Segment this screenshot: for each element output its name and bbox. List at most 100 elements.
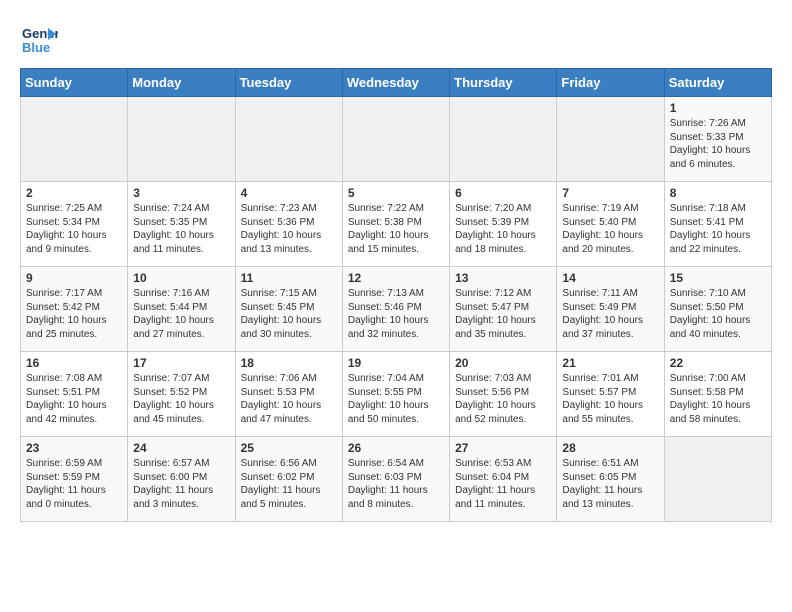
day-number: 4 xyxy=(241,186,337,200)
day-number: 13 xyxy=(455,271,551,285)
calendar-cell: 1 Sunrise: 7:26 AM Sunset: 5:33 PM Daylig… xyxy=(664,97,771,182)
day-number: 1 xyxy=(670,101,766,115)
logo-icon: General Blue xyxy=(20,20,58,58)
calendar-cell: 12 Sunrise: 7:13 AM Sunset: 5:46 PM Dayli… xyxy=(342,267,449,352)
calendar-cell: 7 Sunrise: 7:19 AM Sunset: 5:40 PM Daylig… xyxy=(557,182,664,267)
day-number: 11 xyxy=(241,271,337,285)
calendar-cell: 28 Sunrise: 6:51 AM Sunset: 6:05 PM Dayli… xyxy=(557,437,664,522)
day-number: 19 xyxy=(348,356,444,370)
day-info: Sunrise: 7:03 AM Sunset: 5:56 PM Dayligh… xyxy=(455,372,551,426)
calendar-cell: 27 Sunrise: 6:53 AM Sunset: 6:04 PM Dayli… xyxy=(450,437,557,522)
day-info: Sunrise: 7:07 AM Sunset: 5:52 PM Dayligh… xyxy=(133,372,229,426)
week-row-4: 16 Sunrise: 7:08 AM Sunset: 5:51 PM Dayli… xyxy=(21,352,772,437)
calendar-cell: 20 Sunrise: 7:03 AM Sunset: 5:56 PM Dayli… xyxy=(450,352,557,437)
calendar-cell: 10Sunrise: 7:16 AM Sunset: 5:44 PM Dayli… xyxy=(128,267,235,352)
day-info: Sunrise: 7:18 AM Sunset: 5:41 PM Dayligh… xyxy=(670,202,766,256)
day-info: Sunrise: 7:17 AM Sunset: 5:42 PM Dayligh… xyxy=(26,287,122,341)
day-number: 25 xyxy=(241,441,337,455)
calendar-cell: 11 Sunrise: 7:15 AM Sunset: 5:45 PM Dayli… xyxy=(235,267,342,352)
calendar-cell: 8 Sunrise: 7:18 AM Sunset: 5:41 PM Daylig… xyxy=(664,182,771,267)
calendar-cell: 17 Sunrise: 7:07 AM Sunset: 5:52 PM Dayli… xyxy=(128,352,235,437)
day-number: 22 xyxy=(670,356,766,370)
day-number: 7 xyxy=(562,186,658,200)
day-number: 26 xyxy=(348,441,444,455)
day-number: 14 xyxy=(562,271,658,285)
day-number: 3 xyxy=(133,186,229,200)
calendar-cell: 19 Sunrise: 7:04 AM Sunset: 5:55 PM Dayli… xyxy=(342,352,449,437)
day-number: 9 xyxy=(26,271,122,285)
calendar-cell: 13 Sunrise: 7:12 AM Sunset: 5:47 PM Dayli… xyxy=(450,267,557,352)
calendar-header-row: SundayMondayTuesdayWednesdayThursdayFrid… xyxy=(21,69,772,97)
day-number: 28 xyxy=(562,441,658,455)
svg-text:Blue: Blue xyxy=(22,40,50,55)
day-number: 8 xyxy=(670,186,766,200)
calendar-cell: 24Sunrise: 6:57 AM Sunset: 6:00 PM Dayli… xyxy=(128,437,235,522)
day-number: 5 xyxy=(348,186,444,200)
day-info: Sunrise: 7:00 AM Sunset: 5:58 PM Dayligh… xyxy=(670,372,766,426)
day-info: Sunrise: 6:56 AM Sunset: 6:02 PM Dayligh… xyxy=(241,457,337,511)
day-number: 20 xyxy=(455,356,551,370)
day-info: Sunrise: 6:51 AM Sunset: 6:05 PM Dayligh… xyxy=(562,457,658,511)
day-number: 18 xyxy=(241,356,337,370)
day-info: Sunrise: 7:20 AM Sunset: 5:39 PM Dayligh… xyxy=(455,202,551,256)
day-info: Sunrise: 7:23 AM Sunset: 5:36 PM Dayligh… xyxy=(241,202,337,256)
calendar-cell: 25 Sunrise: 6:56 AM Sunset: 6:02 PM Dayli… xyxy=(235,437,342,522)
day-number: 12 xyxy=(348,271,444,285)
logo: General Blue xyxy=(20,20,58,58)
calendar-cell: 14 Sunrise: 7:11 AM Sunset: 5:49 PM Dayli… xyxy=(557,267,664,352)
calendar-cell: 18 Sunrise: 7:06 AM Sunset: 5:53 PM Dayli… xyxy=(235,352,342,437)
day-header-friday: Friday xyxy=(557,69,664,97)
day-number: 21 xyxy=(562,356,658,370)
day-number: 17 xyxy=(133,356,229,370)
day-header-saturday: Saturday xyxy=(664,69,771,97)
day-info: Sunrise: 7:10 AM Sunset: 5:50 PM Dayligh… xyxy=(670,287,766,341)
calendar-cell: 4 Sunrise: 7:23 AM Sunset: 5:36 PM Daylig… xyxy=(235,182,342,267)
calendar-cell: 16 Sunrise: 7:08 AM Sunset: 5:51 PM Dayli… xyxy=(21,352,128,437)
day-info: Sunrise: 6:53 AM Sunset: 6:04 PM Dayligh… xyxy=(455,457,551,511)
day-number: 27 xyxy=(455,441,551,455)
day-info: Sunrise: 7:11 AM Sunset: 5:49 PM Dayligh… xyxy=(562,287,658,341)
calendar-cell: 22 Sunrise: 7:00 AM Sunset: 5:58 PM Dayli… xyxy=(664,352,771,437)
day-info: Sunrise: 7:25 AM Sunset: 5:34 PM Dayligh… xyxy=(26,202,122,256)
day-info: Sunrise: 7:15 AM Sunset: 5:45 PM Dayligh… xyxy=(241,287,337,341)
week-row-5: 23 Sunrise: 6:59 AM Sunset: 5:59 PM Dayli… xyxy=(21,437,772,522)
calendar-cell: 5 Sunrise: 7:22 AM Sunset: 5:38 PM Daylig… xyxy=(342,182,449,267)
header: General Blue xyxy=(20,20,772,58)
calendar-cell: 3Sunrise: 7:24 AM Sunset: 5:35 PM Daylig… xyxy=(128,182,235,267)
day-info: Sunrise: 7:12 AM Sunset: 5:47 PM Dayligh… xyxy=(455,287,551,341)
calendar-cell: 26 Sunrise: 6:54 AM Sunset: 6:03 PM Dayli… xyxy=(342,437,449,522)
calendar-body: 1 Sunrise: 7:26 AM Sunset: 5:33 PM Daylig… xyxy=(21,97,772,522)
calendar-cell: 6 Sunrise: 7:20 AM Sunset: 5:39 PM Daylig… xyxy=(450,182,557,267)
day-info: Sunrise: 7:22 AM Sunset: 5:38 PM Dayligh… xyxy=(348,202,444,256)
calendar-cell: 21 Sunrise: 7:01 AM Sunset: 5:57 PM Dayli… xyxy=(557,352,664,437)
day-number: 6 xyxy=(455,186,551,200)
calendar-table: SundayMondayTuesdayWednesdayThursdayFrid… xyxy=(20,68,772,522)
calendar-cell: 2Sunrise: 7:25 AM Sunset: 5:34 PM Daylig… xyxy=(21,182,128,267)
calendar-cell xyxy=(235,97,342,182)
calendar-cell xyxy=(557,97,664,182)
day-info: Sunrise: 7:06 AM Sunset: 5:53 PM Dayligh… xyxy=(241,372,337,426)
calendar-cell xyxy=(128,97,235,182)
calendar-cell xyxy=(342,97,449,182)
day-info: Sunrise: 6:54 AM Sunset: 6:03 PM Dayligh… xyxy=(348,457,444,511)
calendar-cell: 23 Sunrise: 6:59 AM Sunset: 5:59 PM Dayli… xyxy=(21,437,128,522)
day-header-sunday: Sunday xyxy=(21,69,128,97)
calendar-cell: 9 Sunrise: 7:17 AM Sunset: 5:42 PM Daylig… xyxy=(21,267,128,352)
day-number: 16 xyxy=(26,356,122,370)
calendar-cell xyxy=(664,437,771,522)
day-info: Sunrise: 6:59 AM Sunset: 5:59 PM Dayligh… xyxy=(26,457,122,511)
day-info: Sunrise: 7:19 AM Sunset: 5:40 PM Dayligh… xyxy=(562,202,658,256)
day-info: Sunrise: 7:08 AM Sunset: 5:51 PM Dayligh… xyxy=(26,372,122,426)
calendar-cell xyxy=(21,97,128,182)
week-row-3: 9 Sunrise: 7:17 AM Sunset: 5:42 PM Daylig… xyxy=(21,267,772,352)
day-info: Sunrise: 7:01 AM Sunset: 5:57 PM Dayligh… xyxy=(562,372,658,426)
day-info: Sunrise: 7:26 AM Sunset: 5:33 PM Dayligh… xyxy=(670,117,766,171)
day-info: Sunrise: 7:13 AM Sunset: 5:46 PM Dayligh… xyxy=(348,287,444,341)
week-row-2: 2Sunrise: 7:25 AM Sunset: 5:34 PM Daylig… xyxy=(21,182,772,267)
day-info: Sunrise: 7:16 AM Sunset: 5:44 PM Dayligh… xyxy=(133,287,229,341)
day-header-wednesday: Wednesday xyxy=(342,69,449,97)
calendar-cell xyxy=(450,97,557,182)
day-info: Sunrise: 7:04 AM Sunset: 5:55 PM Dayligh… xyxy=(348,372,444,426)
day-header-tuesday: Tuesday xyxy=(235,69,342,97)
day-number: 23 xyxy=(26,441,122,455)
